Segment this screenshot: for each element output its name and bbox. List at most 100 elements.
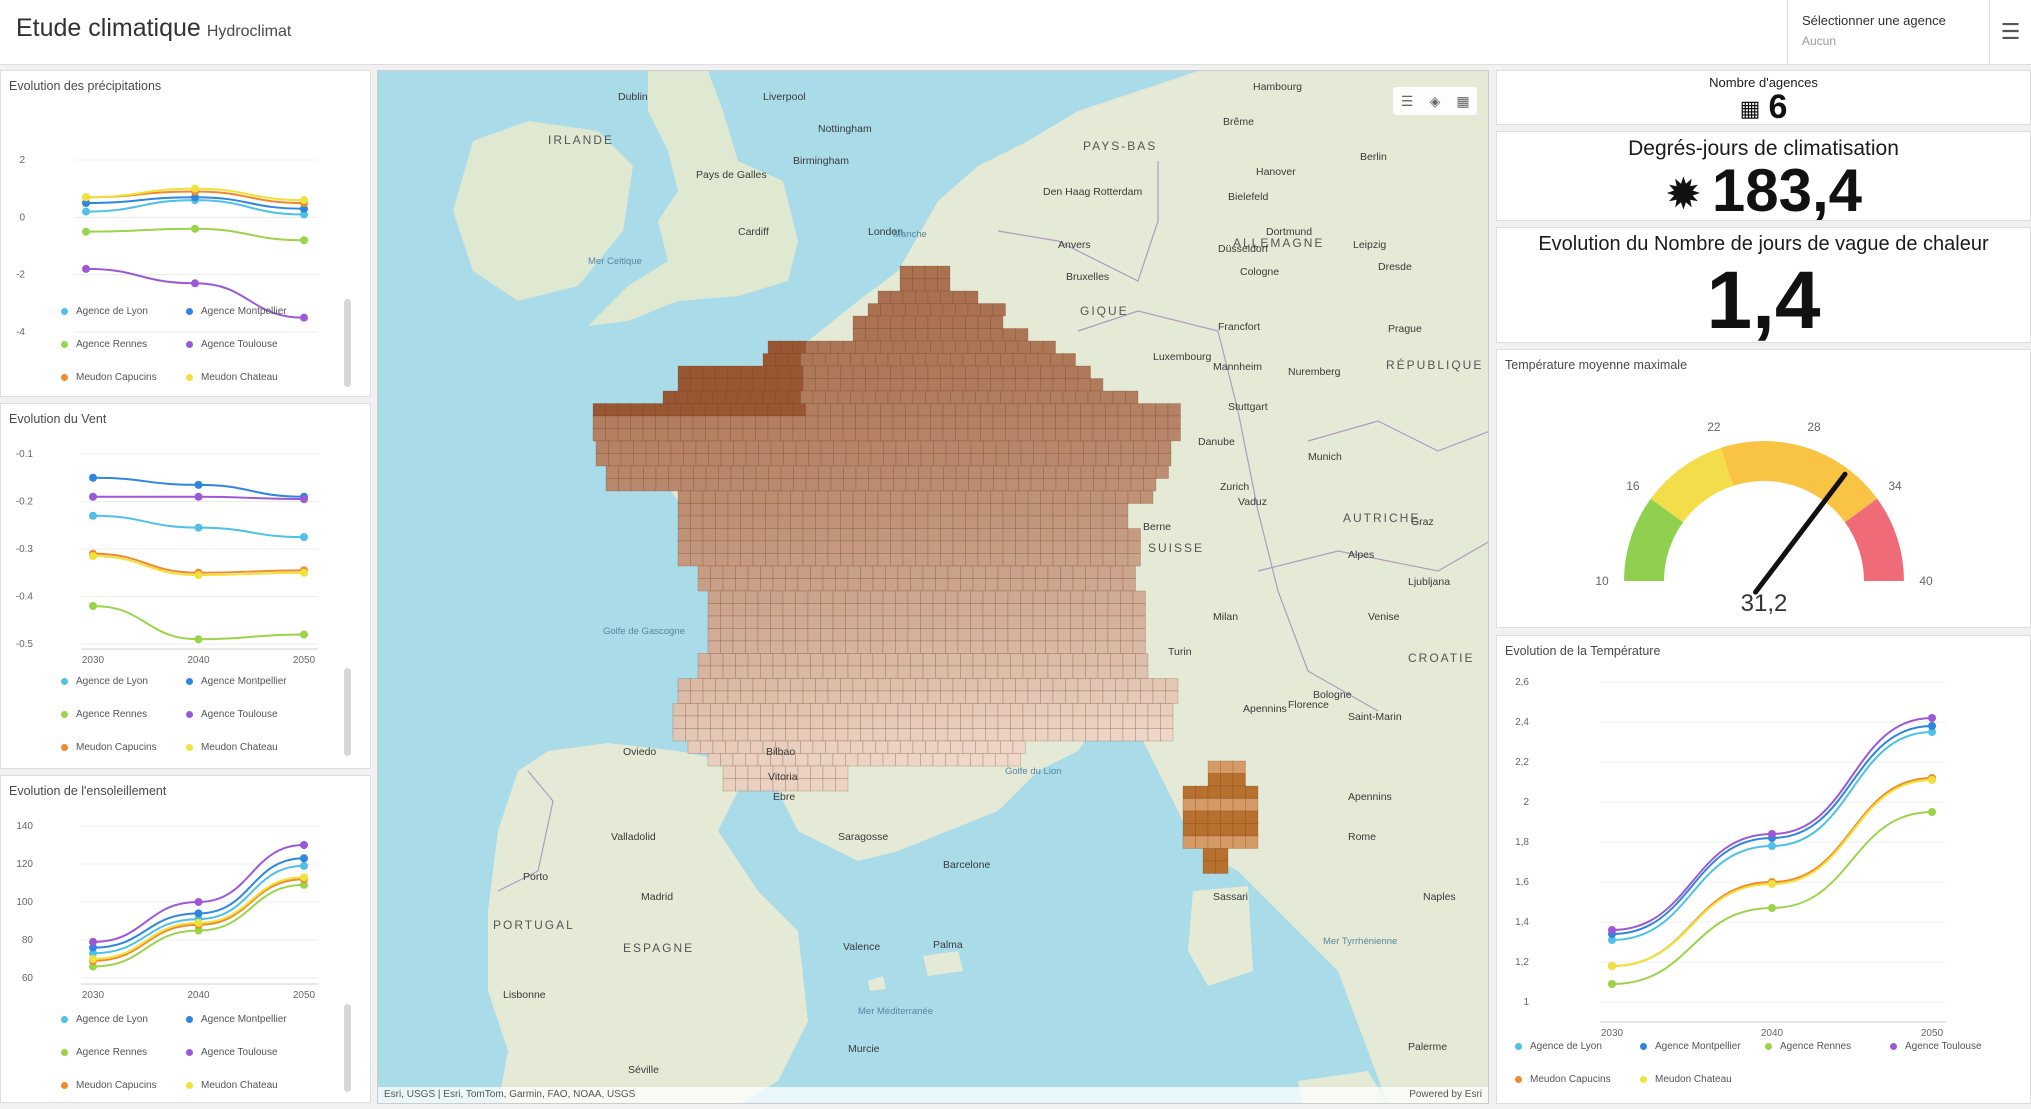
- heatmap-cell[interactable]: [865, 490, 879, 504]
- heatmap-cell[interactable]: [655, 478, 669, 492]
- data-point[interactable]: [1608, 926, 1616, 934]
- heatmap-cell[interactable]: [770, 640, 784, 654]
- heatmap-cell[interactable]: [757, 640, 771, 654]
- heatmap-cell[interactable]: [930, 465, 944, 479]
- heatmap-cell[interactable]: [905, 303, 919, 317]
- heatmap-cell[interactable]: [1030, 403, 1044, 417]
- heatmap-cell[interactable]: [1030, 340, 1044, 354]
- heatmap-cell[interactable]: [965, 328, 979, 342]
- heatmap-cell[interactable]: [1080, 465, 1094, 479]
- heatmap-cell[interactable]: [1110, 578, 1124, 592]
- heatmap-cell[interactable]: [945, 603, 959, 617]
- heatmap-cell[interactable]: [970, 603, 984, 617]
- heatmap-cell[interactable]: [843, 465, 857, 479]
- heatmap-cell[interactable]: [1232, 823, 1246, 837]
- heatmap-cell[interactable]: [840, 365, 854, 379]
- heatmap-cell[interactable]: [1022, 578, 1036, 592]
- heatmap-cell[interactable]: [747, 715, 761, 729]
- heatmap-cell[interactable]: [820, 615, 834, 629]
- heatmap-cell[interactable]: [935, 565, 949, 579]
- legend-item[interactable]: Agence de Lyon: [1515, 1041, 1602, 1052]
- heatmap-cell[interactable]: [745, 603, 759, 617]
- heatmap-cell[interactable]: [1207, 823, 1221, 837]
- heatmap-cell[interactable]: [715, 490, 729, 504]
- heatmap-cell[interactable]: [1118, 478, 1132, 492]
- heatmap-cell[interactable]: [905, 415, 919, 429]
- heatmap-cell[interactable]: [685, 703, 699, 717]
- heatmap-cell[interactable]: [717, 415, 731, 429]
- heatmap-cell[interactable]: [822, 765, 836, 779]
- heatmap-cell[interactable]: [777, 678, 791, 692]
- heatmap-cell[interactable]: [1017, 428, 1031, 442]
- heatmap-cell[interactable]: [727, 503, 741, 517]
- heatmap-cell[interactable]: [852, 378, 866, 392]
- heatmap-cell[interactable]: [852, 553, 866, 567]
- heatmap-cell[interactable]: [720, 628, 734, 642]
- heatmap-cell[interactable]: [1000, 740, 1014, 754]
- heatmap-cell[interactable]: [915, 690, 929, 704]
- heatmap-cell[interactable]: [1002, 365, 1016, 379]
- heatmap-cell[interactable]: [1040, 540, 1054, 554]
- heatmap-cell[interactable]: [787, 353, 801, 367]
- heatmap-cell[interactable]: [702, 540, 716, 554]
- heatmap-cell[interactable]: [1130, 428, 1144, 442]
- heatmap-cell[interactable]: [720, 590, 734, 604]
- heatmap-cell[interactable]: [1215, 860, 1229, 874]
- hamburger-menu-icon[interactable]: ☰: [1989, 0, 2031, 64]
- heatmap-cell[interactable]: [952, 515, 966, 529]
- heatmap-cell[interactable]: [955, 428, 969, 442]
- heatmap-cell[interactable]: [977, 328, 991, 342]
- heatmap-cell[interactable]: [1082, 590, 1096, 604]
- heatmap-cell[interactable]: [1027, 365, 1041, 379]
- heatmap-cell[interactable]: [702, 490, 716, 504]
- heatmap-cell[interactable]: [815, 528, 829, 542]
- heatmap-cell[interactable]: [865, 315, 879, 329]
- heatmap-cell[interactable]: [1182, 810, 1196, 824]
- heatmap-cell[interactable]: [985, 728, 999, 742]
- heatmap-cell[interactable]: [840, 528, 854, 542]
- heatmap-cell[interactable]: [1058, 453, 1072, 467]
- heatmap-cell[interactable]: [922, 565, 936, 579]
- heatmap-cell[interactable]: [940, 690, 954, 704]
- heatmap-cell[interactable]: [1120, 590, 1134, 604]
- heatmap-cell[interactable]: [925, 390, 939, 404]
- heatmap-cell[interactable]: [805, 403, 819, 417]
- heatmap-cell[interactable]: [983, 440, 997, 454]
- heatmap-cell[interactable]: [1057, 590, 1071, 604]
- heatmap-cell[interactable]: [1097, 565, 1111, 579]
- heatmap-cell[interactable]: [1045, 603, 1059, 617]
- heatmap-cell[interactable]: [702, 378, 716, 392]
- heatmap-cell[interactable]: [1145, 440, 1159, 454]
- heatmap-cell[interactable]: [845, 440, 859, 454]
- heatmap-cell[interactable]: [1080, 415, 1094, 429]
- heatmap-cell[interactable]: [892, 428, 906, 442]
- heatmap-cell[interactable]: [1245, 835, 1259, 849]
- heatmap-cell[interactable]: [770, 440, 784, 454]
- heatmap-cell[interactable]: [1022, 665, 1036, 679]
- heatmap-cell[interactable]: [997, 728, 1011, 742]
- heatmap-cell[interactable]: [1155, 465, 1169, 479]
- heatmap-cell[interactable]: [887, 390, 901, 404]
- heatmap-cell[interactable]: [1045, 440, 1059, 454]
- heatmap-cell[interactable]: [952, 290, 966, 304]
- heatmap-cell[interactable]: [880, 415, 894, 429]
- heatmap-cell[interactable]: [1092, 428, 1106, 442]
- heatmap-cell[interactable]: [1068, 465, 1082, 479]
- heatmap-cell[interactable]: [957, 615, 971, 629]
- heatmap-cell[interactable]: [965, 378, 979, 392]
- heatmap-cell[interactable]: [1027, 553, 1041, 567]
- heatmap-cell[interactable]: [870, 628, 884, 642]
- heatmap-cell[interactable]: [895, 753, 909, 767]
- data-point[interactable]: [82, 207, 90, 216]
- heatmap-cell[interactable]: [1195, 810, 1209, 824]
- heatmap-cell[interactable]: [935, 653, 949, 667]
- heatmap-cell[interactable]: [1072, 665, 1086, 679]
- heatmap-cell[interactable]: [1120, 453, 1134, 467]
- heatmap-cell[interactable]: [840, 378, 854, 392]
- heatmap-cell[interactable]: [872, 653, 886, 667]
- heatmap-cell[interactable]: [790, 515, 804, 529]
- heatmap-cell[interactable]: [815, 515, 829, 529]
- heatmap-cell[interactable]: [755, 403, 769, 417]
- heatmap-cell[interactable]: [797, 715, 811, 729]
- heatmap-cell[interactable]: [892, 403, 906, 417]
